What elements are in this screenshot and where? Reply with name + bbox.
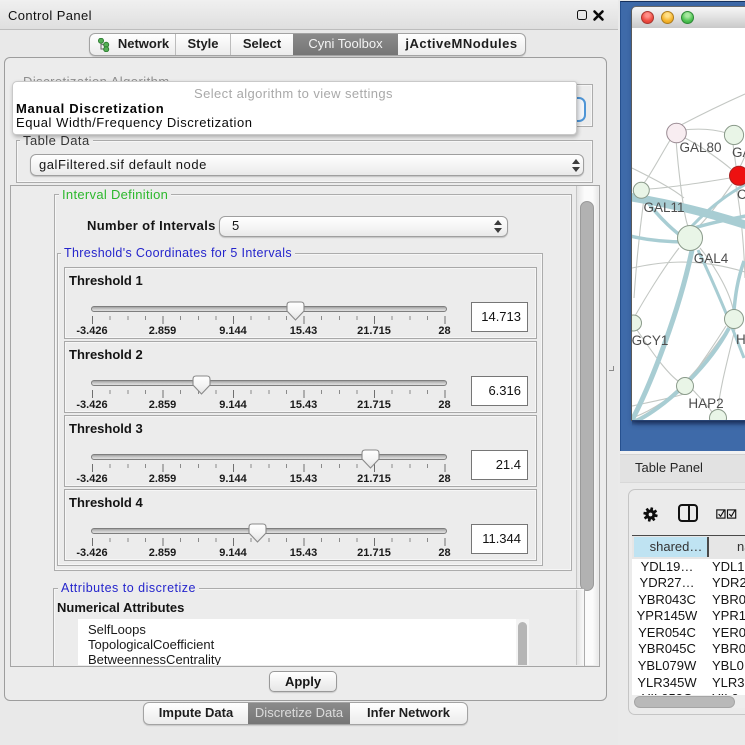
svg-text:GAL4: GAL4 [694,251,729,266]
svg-text:GCY1: GCY1 [632,333,668,348]
svg-text:CD: CD [737,187,745,202]
svg-text:HA: HA [736,332,745,347]
svg-text:GAL: GAL [732,145,745,160]
svg-text:GAL11: GAL11 [643,200,684,215]
svg-text:HAP2: HAP2 [688,396,723,411]
svg-text:GAL80: GAL80 [679,140,721,155]
